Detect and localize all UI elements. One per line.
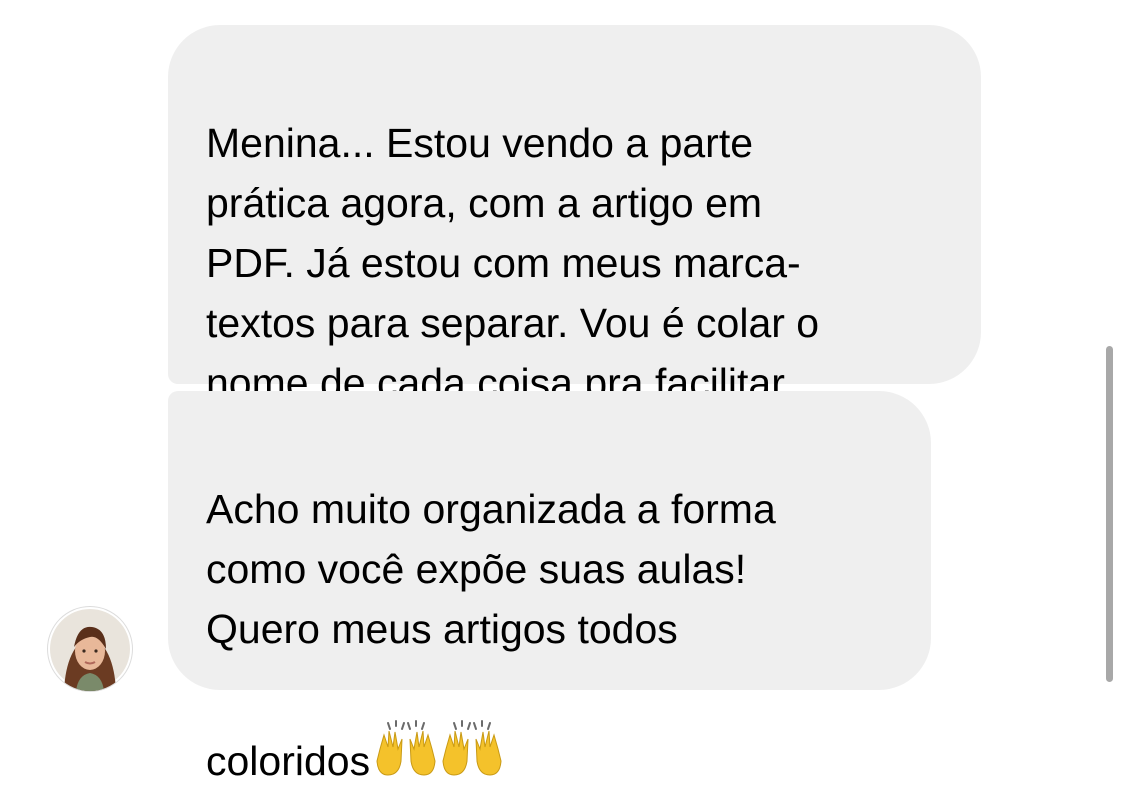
raising-hands-icon: [376, 659, 436, 797]
message-bubble[interactable]: Menina... Estou vendo a parte prática ag…: [168, 25, 981, 406]
scrollbar-thumb[interactable]: [1106, 346, 1113, 682]
sender-avatar[interactable]: [48, 607, 132, 691]
message-bubble[interactable]: Acho muito organizada a forma como você …: [168, 391, 931, 784]
message-text: Menina... Estou vendo a parte prática ag…: [206, 120, 820, 406]
scrollbar[interactable]: [1106, 346, 1116, 682]
profile-photo-icon: [50, 609, 130, 691]
raising-hands-icon: [442, 659, 502, 797]
